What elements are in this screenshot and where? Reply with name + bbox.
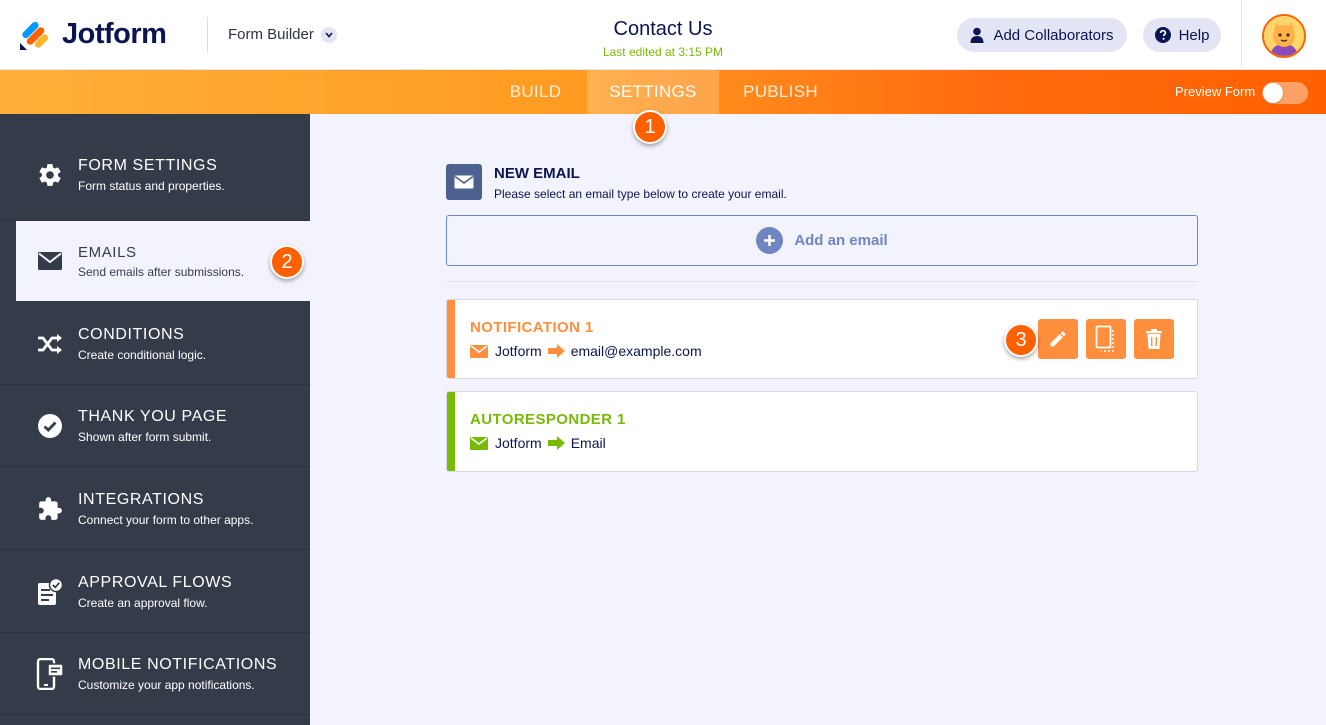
section-divider [446,281,1198,282]
email-from: Jotform [495,343,542,359]
clone-email-button[interactable] [1086,319,1126,359]
form-builder-label: Form Builder [228,26,314,43]
help-label: Help [1178,26,1210,44]
header-divider-right [1241,0,1242,70]
email-card-title: NOTIFICATION 1 [470,319,594,336]
sidebar-item-title: CONDITIONS [78,325,185,343]
add-collaborators-button[interactable]: Add Collaborators [957,18,1127,52]
tab-build[interactable]: BUILD [494,70,577,114]
card-stripe [447,392,455,471]
new-email-envelope-icon [446,164,482,200]
sidebar-item-title: EMAILS [78,243,137,261]
preview-form-toggle[interactable] [1262,82,1308,104]
new-email-subtitle: Please select an email type below to cre… [494,187,787,201]
sidebar-item-thank-you-page[interactable]: THANK YOU PAGE Shown after form submit. [0,385,310,467]
jotform-logo[interactable]: Jotform [18,18,167,51]
sidebar-item-title: THANK YOU PAGE [78,407,228,425]
main-tab-bar: BUILD SETTINGS PUBLISH Preview Form [0,70,1326,114]
top-header: Jotform Form Builder Contact Us Last edi… [0,0,1326,70]
avatar-image [1264,16,1304,56]
sidebar-item-title: APPROVAL FLOWS [78,573,233,591]
trash-icon [1146,329,1162,349]
sidebar-item-title: INTEGRATIONS [78,490,205,508]
mail-icon [470,344,488,358]
mail-icon [470,436,488,450]
settings-sidebar: FORM SETTINGS Form status and properties… [0,114,310,725]
sidebar-item-desc: Create conditional logic. [78,347,207,362]
email-card-notification[interactable]: NOTIFICATION 1 Jotform email@example.com [446,299,1198,379]
sidebar-item-desc: Shown after form submit. [78,429,212,444]
sidebar-item-desc: Connect your form to other apps. [78,512,254,527]
user-avatar[interactable] [1262,14,1306,58]
preview-form-label: Preview Form [1175,84,1256,99]
user-icon [970,27,984,43]
puzzle-icon [0,468,78,550]
last-edited-text: Last edited at 3:15 PM [602,45,724,59]
sidebar-item-form-settings[interactable]: FORM SETTINGS Form status and properties… [0,129,310,221]
mobile-notification-icon [0,633,78,715]
logo-text: Jotform [62,18,167,50]
email-to: Email [570,435,606,451]
email-route: Jotform email@example.com [470,343,702,359]
step-badge-3: 3 [1004,323,1038,357]
email-card-autoresponder[interactable]: AUTORESPONDER 1 Jotform Email [446,391,1198,472]
envelope-icon [16,220,78,302]
sidebar-item-desc: Form status and properties. [78,178,225,193]
sidebar-item-conditions[interactable]: CONDITIONS Create conditional logic. [0,303,310,385]
help-button[interactable]: Help [1143,18,1221,52]
plus-circle-icon [756,227,784,254]
edit-email-button[interactable] [1038,319,1078,359]
card-stripe [447,300,455,378]
jotform-logo-icon [20,21,49,50]
tab-publish[interactable]: PUBLISH [729,70,832,114]
toggle-knob [1263,83,1283,103]
chevron-down-icon [320,26,337,43]
shuffle-icon [0,303,78,385]
arrow-right-icon [547,436,565,450]
approval-doc-icon [0,551,78,633]
sidebar-item-desc: Send emails after submissions. [78,264,245,279]
sidebar-item-desc: Customize your app notifications. [78,677,255,692]
form-builder-dropdown[interactable]: Form Builder [228,26,337,43]
step-badge-1: 1 [633,110,667,144]
add-email-label: Add an email [794,232,888,249]
pencil-icon [1050,331,1066,347]
email-card-title: AUTORESPONDER 1 [470,411,626,428]
step-badge-2: 2 [270,245,304,279]
add-collaborators-label: Add Collaborators [993,26,1114,44]
email-route: Jotform Email [470,435,606,451]
delete-email-button[interactable] [1134,319,1174,359]
header-divider [207,17,208,53]
add-email-button[interactable]: Add an email [446,215,1198,266]
tab-settings[interactable]: SETTINGS [587,70,719,114]
check-circle-icon [0,385,78,467]
email-from: Jotform [495,435,542,451]
arrow-right-icon [547,344,565,358]
sidebar-item-desc: Create an approval flow. [78,595,208,610]
new-email-heading: NEW EMAIL [494,165,580,182]
sidebar-item-title: FORM SETTINGS [78,156,218,174]
sidebar-item-integrations[interactable]: INTEGRATIONS Connect your form to other … [0,468,310,550]
form-title-block: Contact Us Last edited at 3:15 PM [563,18,763,59]
sidebar-item-emails[interactable]: EMAILS Send emails after submissions. [16,221,310,301]
form-title[interactable]: Contact Us [563,18,763,41]
clone-icon [1095,325,1114,352]
sidebar-item-mobile-notifications[interactable]: MOBILE NOTIFICATIONS Customize your app … [0,633,310,715]
sidebar-item-approval-flows[interactable]: APPROVAL FLOWS Create an approval flow. [0,551,310,633]
email-to: email@example.com [570,343,702,359]
question-icon [1154,27,1171,43]
sidebar-item-title: MOBILE NOTIFICATIONS [78,655,278,673]
gear-icon [0,134,78,216]
